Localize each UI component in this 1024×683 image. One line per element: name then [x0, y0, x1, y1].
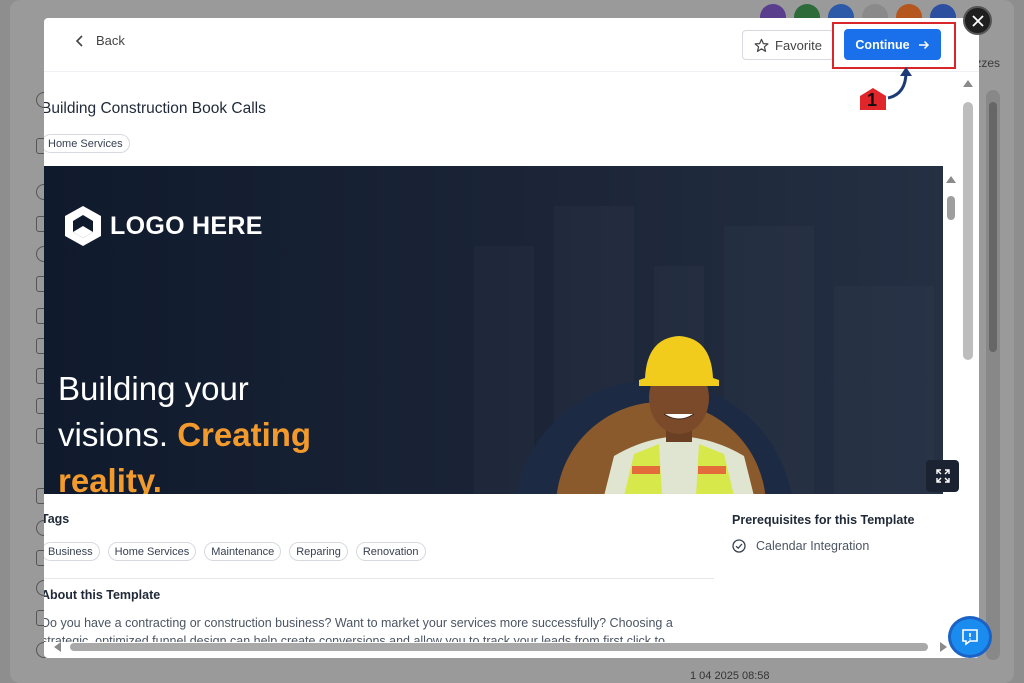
headline-accent: Creating [177, 416, 312, 453]
modal-vertical-scrollbar[interactable] [962, 80, 974, 640]
section-divider [44, 578, 714, 579]
expand-preview-button[interactable] [926, 460, 959, 492]
tag-chip: Business [44, 542, 100, 561]
preview-vertical-scrollbar[interactable] [945, 176, 957, 436]
hero-logo: LOGO HERE [62, 204, 263, 248]
step-badge: 1 [858, 86, 888, 112]
headline-line-1: Building your [58, 370, 249, 407]
expand-icon [935, 469, 950, 483]
tag-chip: Renovation [355, 542, 426, 561]
close-modal-button[interactable] [963, 6, 992, 35]
continue-highlight-box [832, 22, 956, 69]
headline-plain: visions. [58, 416, 178, 453]
favorite-button[interactable]: Favorite [742, 30, 834, 60]
chat-bubble-icon [962, 629, 978, 646]
template-preview-modal: Back Favorite Continue Building Construc… [44, 18, 979, 658]
tag-chip: Home Services [107, 542, 197, 561]
check-circle-icon [732, 539, 746, 553]
background-timestamp: 1 04 2025 08:58 [690, 670, 770, 682]
construction-worker-image [604, 336, 754, 494]
headline-line-2: visions. Creating [58, 412, 311, 458]
modal-horizontal-scrollbar[interactable] [44, 640, 959, 654]
about-text: Do you have a contracting or constructio… [44, 616, 673, 642]
tags-heading: Tags [44, 512, 70, 526]
template-title: Building Construction Book Calls [44, 100, 266, 117]
background-scrollbar [986, 90, 1000, 660]
template-details: Building Construction Book Calls Home Se… [44, 72, 959, 642]
prerequisites-heading: Prerequisites for this Template [732, 513, 915, 527]
about-heading: About this Template [44, 588, 161, 602]
close-icon [971, 14, 984, 27]
tag-chip: Reparing [289, 542, 348, 561]
chevron-left-icon [75, 34, 83, 47]
tag-chip: Maintenance [204, 542, 282, 561]
modal-header: Back Favorite Continue [44, 18, 979, 72]
tag-list: Business Home Services Maintenance Repar… [44, 542, 426, 561]
logo-text: LOGO HERE [110, 211, 263, 240]
category-chip: Home Services [44, 134, 130, 153]
step-number: 1 [867, 90, 878, 110]
star-icon [754, 38, 769, 52]
chat-widget-button[interactable] [948, 616, 992, 658]
template-preview-image: LOGO HERE Building your visions. Creatin… [44, 166, 943, 494]
prerequisite-label: Calendar Integration [756, 539, 870, 553]
hexagon-logo-icon [65, 206, 101, 246]
prerequisite-item: Calendar Integration [732, 539, 869, 553]
favorite-label: Favorite [775, 37, 822, 53]
headline-line-3: reality. [58, 462, 162, 494]
back-label: Back [96, 33, 125, 48]
hero-headline: Building your visions. Creating reality. [58, 366, 311, 494]
back-button[interactable]: Back [74, 33, 125, 48]
